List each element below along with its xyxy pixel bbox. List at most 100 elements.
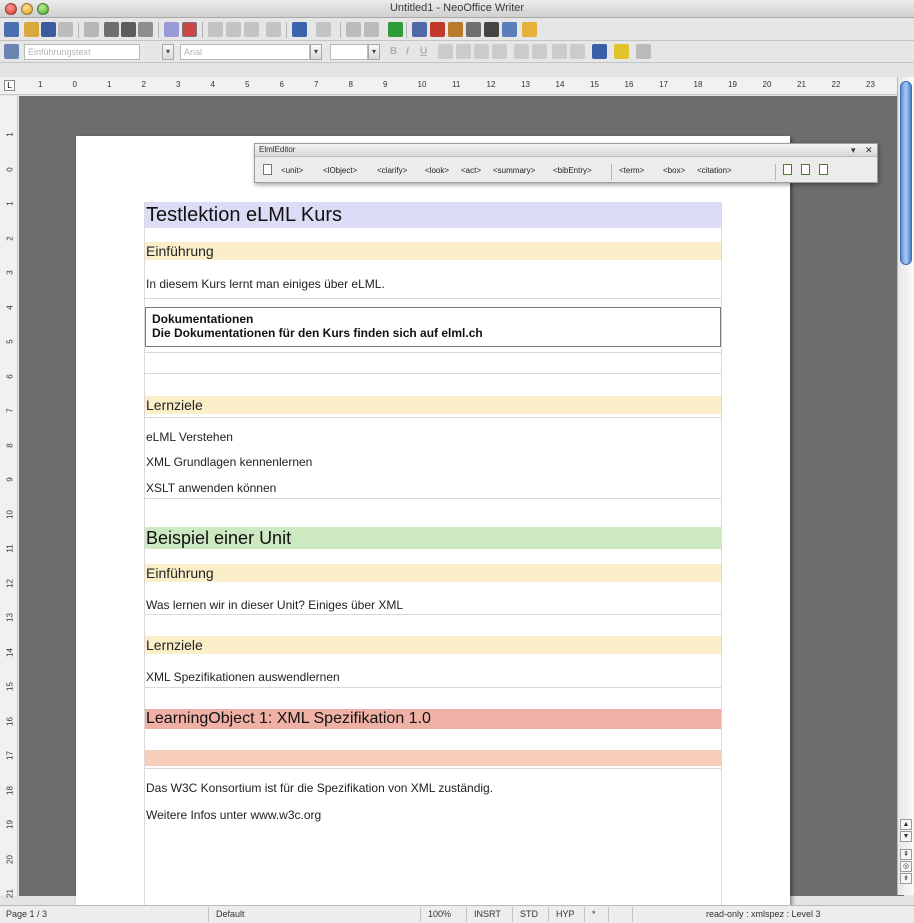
selection-mode[interactable]: STD (520, 909, 538, 919)
formatting-marks-icon[interactable] (484, 22, 499, 37)
intro-heading[interactable]: Einführung (145, 242, 721, 260)
learning-object-text[interactable]: Weitere Infos unter www.w3c.org (145, 807, 721, 823)
open-folder-icon[interactable] (24, 22, 39, 37)
undo-icon[interactable] (292, 22, 307, 37)
vertical-ruler[interactable]: 1 0 1 2 3 4 5 6 7 8 9 10 11 12 13 14 15 16 17 18 19 20 21 (0, 96, 18, 898)
export-pdf-icon[interactable] (84, 22, 99, 37)
hyperlink-icon[interactable] (346, 22, 361, 37)
page-preview-icon[interactable] (138, 22, 153, 37)
print-file-icon[interactable] (104, 22, 119, 37)
elml-unit-button[interactable]: <unit> (281, 166, 303, 175)
spellcheck-icon[interactable] (164, 22, 179, 37)
scrollbar-thumb[interactable] (900, 81, 912, 265)
document-page[interactable]: Testlektion eLML Kurs Einführung In dies… (76, 136, 790, 916)
auto-spellcheck-icon[interactable] (182, 22, 197, 37)
zoom-level[interactable]: 100% (428, 909, 451, 919)
scroll-up-icon[interactable]: ▲ (900, 819, 912, 830)
unit-title[interactable]: Beispiel einer Unit (145, 527, 721, 549)
elml-look-button[interactable]: <look> (425, 166, 449, 175)
insert-mode[interactable]: INSRT (474, 909, 501, 919)
page-indicator[interactable]: Page 1 / 3 (6, 909, 47, 919)
toolbar-menu-icon[interactable]: ▾ (851, 145, 856, 156)
elml-document-icon[interactable] (263, 164, 272, 175)
tab-stop-selector-icon[interactable]: L (4, 80, 15, 91)
numbering-icon[interactable] (514, 44, 529, 59)
elml-citation-button[interactable]: <citation> (697, 166, 732, 175)
goal-item[interactable]: eLML Verstehen (145, 429, 721, 445)
bullets-icon[interactable] (532, 44, 547, 59)
elml-editor-toolbar[interactable]: ElmlEditor ▾ ✕ <unit> <lObject> <clarify… (254, 143, 878, 183)
elml-validate-icon[interactable] (783, 164, 792, 175)
new-document-icon[interactable] (4, 22, 19, 37)
cut-icon[interactable] (208, 22, 223, 37)
paragraph-style-select[interactable]: Einführungstext (24, 44, 140, 60)
align-right-icon[interactable] (474, 44, 489, 59)
elml-act-button[interactable]: <act> (461, 166, 481, 175)
underline-icon[interactable]: U (420, 46, 427, 57)
unit-goals-heading[interactable]: Lernziele (145, 636, 721, 654)
save-icon[interactable] (41, 22, 56, 37)
data-sources-icon[interactable] (466, 22, 481, 37)
documentation-box[interactable]: Dokumentationen Die Dokumentationen für … (145, 307, 721, 347)
elml-import-icon[interactable] (801, 164, 810, 175)
font-name-select[interactable]: Arial (180, 44, 310, 60)
increase-indent-icon[interactable] (570, 44, 585, 59)
font-name-dropdown-icon[interactable]: ▾ (310, 44, 322, 60)
goal-item[interactable]: XML Grundlagen kennenlernen (145, 454, 721, 470)
navigation-icon[interactable]: ◎ (900, 861, 912, 872)
bold-icon[interactable]: B (390, 46, 397, 57)
elml-box-button[interactable]: <box> (663, 166, 685, 175)
print-icon[interactable] (121, 22, 136, 37)
help-icon[interactable] (522, 22, 537, 37)
document-area[interactable]: Testlektion eLML Kurs Einführung In dies… (19, 96, 904, 916)
learning-object-title[interactable]: LearningObject 1: XML Spezifikation 1.0 (145, 709, 721, 729)
lesson-title[interactable]: Testlektion eLML Kurs (145, 202, 721, 228)
align-center-icon[interactable] (456, 44, 471, 59)
status-divider (632, 907, 633, 922)
font-size-dropdown-icon[interactable]: ▾ (368, 44, 380, 60)
learning-object-subheading[interactable] (145, 750, 721, 766)
elml-clarify-button[interactable]: <clarify> (377, 166, 407, 175)
zoom-icon[interactable] (502, 22, 517, 37)
redo-icon[interactable] (316, 22, 331, 37)
decrease-indent-icon[interactable] (552, 44, 567, 59)
clone-formatting-icon[interactable] (266, 22, 281, 37)
previous-page-icon[interactable]: ⇞ (900, 849, 912, 860)
elml-export-icon[interactable] (819, 164, 828, 175)
next-page-icon[interactable]: ⇟ (900, 873, 912, 884)
learning-object-text[interactable]: Das W3C Konsortium ist für die Spezifika… (145, 780, 721, 796)
font-size-select[interactable] (330, 44, 368, 60)
intro-text[interactable]: In diesem Kurs lernt man einiges über eL… (145, 276, 721, 292)
gallery-icon[interactable] (448, 22, 463, 37)
check-icon[interactable] (388, 22, 403, 37)
align-left-icon[interactable] (438, 44, 453, 59)
paste-icon[interactable] (244, 22, 259, 37)
page-style[interactable]: Default (216, 909, 245, 919)
elml-bibentry-button[interactable]: <bibEntry> (553, 166, 592, 175)
unit-intro-text[interactable]: Was lernen wir in dieser Unit? Einiges ü… (145, 597, 721, 613)
elml-summary-button[interactable]: <summary> (493, 166, 535, 175)
goals-heading[interactable]: Lernziele (145, 396, 721, 414)
find-replace-icon[interactable] (412, 22, 427, 37)
font-color-icon[interactable] (592, 44, 607, 59)
unit-intro-heading[interactable]: Einführung (145, 564, 721, 582)
navigator-icon[interactable] (430, 22, 445, 37)
justify-icon[interactable] (492, 44, 507, 59)
hyperlink-mode[interactable]: HYP (556, 909, 575, 919)
goal-item[interactable]: XSLT anwenden können (145, 480, 721, 496)
edit-file-icon[interactable] (58, 22, 73, 37)
styles-icon[interactable] (4, 44, 19, 59)
horizontal-ruler[interactable]: L 1 0 1 2 3 4 5 6 7 8 9 10 11 12 13 14 15 16 17 18 19 20 21 22 2… (0, 77, 904, 95)
vertical-scrollbar[interactable]: ▲ ▼ ⇞ ◎ ⇟ (897, 77, 914, 895)
close-icon[interactable]: ✕ (865, 145, 873, 156)
highlight-icon[interactable] (614, 44, 629, 59)
italic-icon[interactable]: I (406, 46, 409, 57)
table-icon[interactable] (364, 22, 379, 37)
background-color-icon[interactable] (636, 44, 651, 59)
paragraph-style-dropdown-icon[interactable]: ▾ (162, 44, 174, 60)
elml-lobject-button[interactable]: <lObject> (323, 166, 357, 175)
scroll-down-icon[interactable]: ▼ (900, 831, 912, 842)
elml-term-button[interactable]: <term> (619, 166, 644, 175)
unit-goals-text[interactable]: XML Spezifikationen auswendlernen (145, 669, 721, 685)
copy-icon[interactable] (226, 22, 241, 37)
